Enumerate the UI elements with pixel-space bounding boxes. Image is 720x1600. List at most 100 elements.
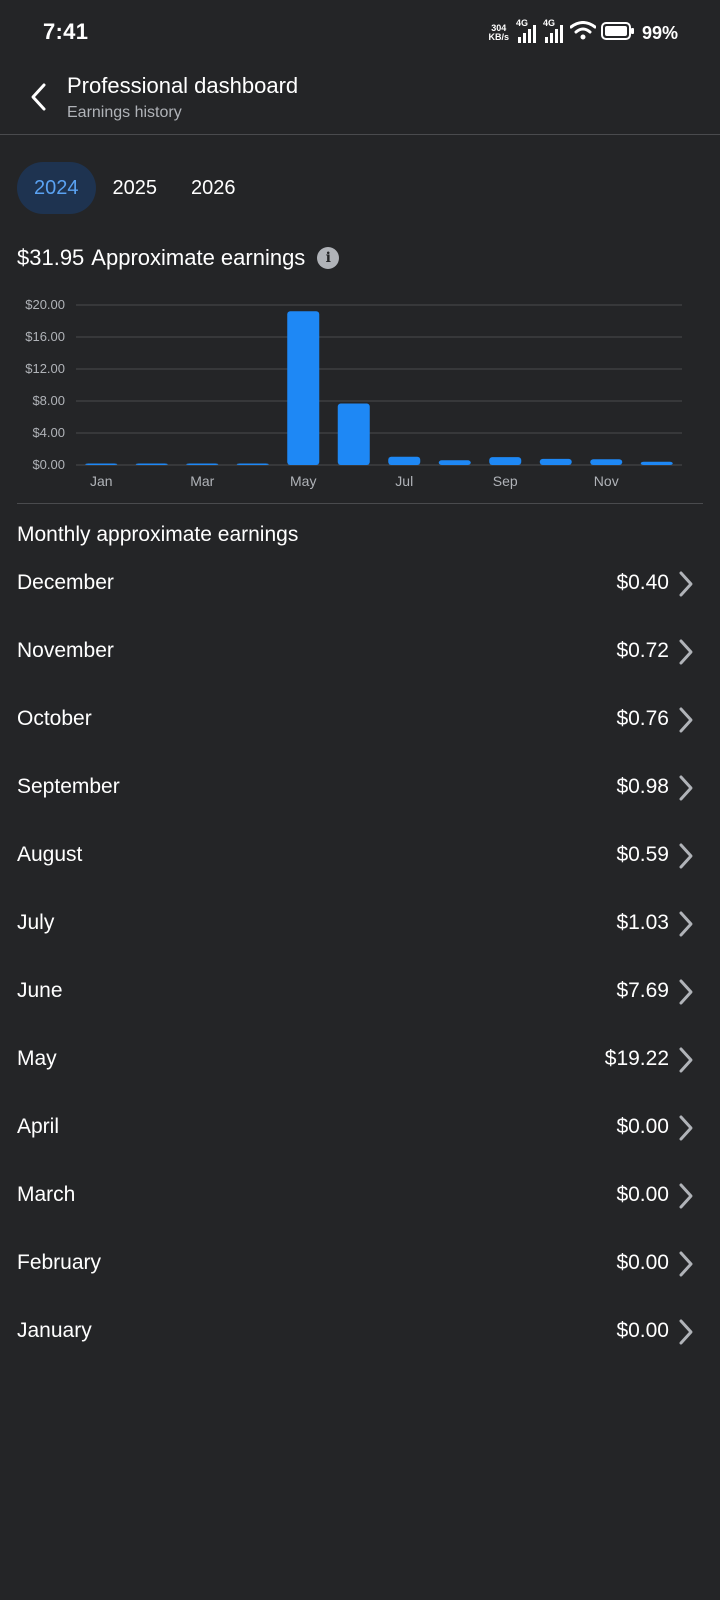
month-value: $0.72 xyxy=(616,639,669,662)
monthly-earnings-list: December $0.40 November $0.72 October $0… xyxy=(0,550,720,1366)
page-subtitle: Earnings history xyxy=(67,104,182,121)
battery-icon xyxy=(600,21,635,45)
chevron-right-icon xyxy=(679,1047,693,1073)
status-time: 7:41 xyxy=(43,19,89,44)
list-item[interactable]: December $0.40 xyxy=(0,550,720,618)
chevron-right-icon xyxy=(679,911,693,937)
x-tick-label: Jan xyxy=(90,473,113,489)
signal-icon: 4G xyxy=(516,18,538,44)
bar-aug xyxy=(438,460,471,465)
bar-nov xyxy=(590,459,623,465)
bar-jun xyxy=(337,403,370,465)
x-tick-label: Mar xyxy=(190,473,214,489)
chevron-right-icon xyxy=(679,775,693,801)
month-name: July xyxy=(17,911,55,934)
bar-feb xyxy=(135,463,168,465)
month-name: November xyxy=(17,639,114,662)
list-item[interactable]: February $0.00 xyxy=(0,1230,720,1298)
earnings-label: Approximate earnings xyxy=(91,245,306,270)
bar-dec xyxy=(640,461,673,465)
chevron-right-icon xyxy=(679,1115,693,1141)
list-item[interactable]: October $0.76 xyxy=(0,686,720,754)
back-button[interactable] xyxy=(22,80,56,114)
battery-percentage: 99% xyxy=(641,22,678,43)
chevron-right-icon xyxy=(679,1183,693,1209)
month-name: December xyxy=(17,571,114,594)
x-tick-label: Nov xyxy=(594,473,619,489)
month-value: $0.00 xyxy=(616,1319,669,1342)
status-bar: 7:41 304 KB/s 4G 4G 99% xyxy=(0,0,720,66)
header: Professional dashboard Earnings history xyxy=(0,66,720,135)
bar-oct xyxy=(539,458,572,465)
chevron-right-icon xyxy=(679,1319,693,1345)
month-value: $1.03 xyxy=(616,911,669,934)
list-item[interactable]: June $7.69 xyxy=(0,958,720,1026)
page-title: Professional dashboard xyxy=(67,73,299,98)
list-item[interactable]: August $0.59 xyxy=(0,822,720,890)
bar-mar xyxy=(186,463,219,465)
x-tick-label: May xyxy=(290,473,316,489)
network-speed: 304 KB/s xyxy=(488,24,509,42)
earnings-summary: $31.95 Approximate earnings i xyxy=(17,245,340,271)
chevron-right-icon xyxy=(679,843,693,869)
month-value: $0.00 xyxy=(616,1183,669,1206)
list-item[interactable]: September $0.98 xyxy=(0,754,720,822)
status-icons: 304 KB/s 4G 4G 99% xyxy=(488,18,678,46)
y-tick-label: $0.00 xyxy=(32,457,65,472)
list-item[interactable]: January $0.00 xyxy=(0,1298,720,1366)
network-speed-unit: KB/s xyxy=(488,32,509,42)
month-name: April xyxy=(17,1115,60,1138)
signal-label: 4G xyxy=(515,18,528,28)
month-value: $0.00 xyxy=(616,1251,669,1274)
chevron-left-icon xyxy=(31,83,46,111)
signal-icon: 4G xyxy=(543,18,565,44)
chevron-right-icon xyxy=(679,707,693,733)
month-value: $0.00 xyxy=(616,1115,669,1138)
chevron-right-icon xyxy=(679,979,693,1005)
tab-2026[interactable]: 2026 xyxy=(174,162,253,214)
earnings-bar-chart: $0.00 $4.00 $8.00 $12.00 $16.00 $20.00 Jan Mar M… xyxy=(25,297,682,489)
x-tick-label: Jul xyxy=(395,473,413,489)
signal-label: 4G xyxy=(542,18,555,28)
chevron-right-icon xyxy=(679,639,693,665)
month-name: January xyxy=(17,1319,92,1342)
chevron-right-icon xyxy=(679,1251,693,1277)
month-value: $7.69 xyxy=(616,979,669,1002)
month-value: $0.59 xyxy=(616,843,669,866)
y-tick-label: $8.00 xyxy=(32,393,65,408)
tab-2025[interactable]: 2025 xyxy=(96,162,175,214)
month-name: May xyxy=(17,1047,57,1070)
month-value: $0.40 xyxy=(616,571,669,594)
year-tabs: 2024 2025 2026 xyxy=(17,162,253,214)
month-value: $19.22 xyxy=(604,1047,669,1070)
earnings-chart: $0.00 $4.00 $8.00 $12.00 $16.00 $20.00 Jan Mar M… xyxy=(0,292,720,492)
month-name: August xyxy=(17,843,83,866)
list-item[interactable]: March $0.00 xyxy=(0,1162,720,1230)
month-name: October xyxy=(17,707,92,730)
info-icon[interactable]: i xyxy=(317,247,340,269)
y-tick-label: $16.00 xyxy=(25,329,65,344)
month-value: $0.98 xyxy=(616,775,669,798)
list-item[interactable]: July $1.03 xyxy=(0,890,720,958)
y-tick-label: $4.00 xyxy=(32,425,65,440)
y-tick-label: $12.00 xyxy=(25,361,65,376)
bar-may xyxy=(287,311,320,465)
list-item[interactable]: May $19.22 xyxy=(0,1026,720,1094)
list-item[interactable]: April $0.00 xyxy=(0,1094,720,1162)
bar-sep xyxy=(489,457,522,465)
wifi-icon xyxy=(569,20,597,46)
bar-jan xyxy=(85,463,118,465)
list-title: Monthly approximate earnings xyxy=(17,523,299,546)
divider xyxy=(17,503,703,504)
x-tick-label: Sep xyxy=(493,473,518,489)
tab-2024[interactable]: 2024 xyxy=(17,162,96,214)
month-name: February xyxy=(17,1251,102,1274)
bar-apr xyxy=(236,463,269,465)
month-value: $0.76 xyxy=(616,707,669,730)
month-name: June xyxy=(17,979,63,1002)
list-item[interactable]: November $0.72 xyxy=(0,618,720,686)
bar-jul xyxy=(388,456,421,465)
y-tick-label: $20.00 xyxy=(25,297,65,312)
month-name: March xyxy=(17,1183,76,1206)
chevron-right-icon xyxy=(679,571,693,597)
